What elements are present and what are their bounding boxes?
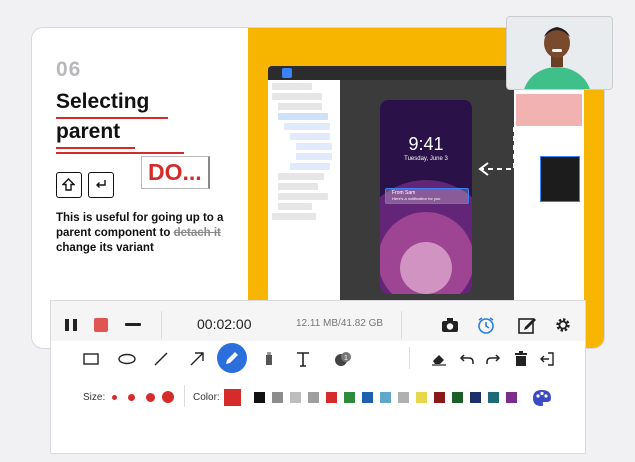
notif-body: Here's a notification for you (392, 196, 441, 201)
slide-body-text: This is useful for going up to a parent … (56, 211, 236, 256)
size-m[interactable] (146, 393, 155, 402)
slide-number: 06 (56, 58, 82, 81)
stop-icon (94, 318, 108, 332)
highlighter-tool[interactable] (255, 345, 283, 373)
highlighter-icon (266, 352, 272, 365)
undo-icon (459, 354, 474, 364)
stamp-icon: 1 (335, 352, 351, 366)
enter-key-icon (88, 172, 114, 198)
webcam-preview[interactable] (506, 16, 613, 90)
phone-mockup: 9:41 Tuesday, June 3 From Sam Here's a n… (380, 100, 472, 294)
undo-button[interactable] (453, 345, 481, 373)
selected-color-swatch[interactable] (224, 389, 241, 406)
text-icon (297, 352, 309, 367)
size-xs[interactable] (112, 395, 117, 400)
color-swatch[interactable] (344, 392, 355, 403)
recording-time: 00:02:00 (197, 316, 252, 332)
body-suffix: change its variant (56, 242, 154, 254)
color-swatch[interactable] (308, 392, 319, 403)
eraser-icon (432, 355, 446, 366)
size-label: Size: (83, 392, 106, 403)
slide-title-line1: Selecting (56, 90, 150, 113)
divider (409, 347, 410, 369)
timer-button[interactable] (472, 311, 500, 339)
storage-usage: 12.11 MB/41.82 GB (296, 318, 384, 329)
drawing-toolbar: 1 Size: Color: (50, 341, 586, 454)
color-swatch[interactable] (290, 392, 301, 403)
annotate-button[interactable] (513, 311, 541, 339)
palette-icon (533, 390, 551, 406)
color-swatch[interactable] (416, 392, 427, 403)
stop-button[interactable] (87, 311, 115, 339)
phone-notification: From Sam Here's a notification for you (385, 188, 469, 204)
minimize-button[interactable] (119, 311, 147, 339)
settings-button[interactable] (549, 311, 577, 339)
shift-key-icon (56, 172, 82, 198)
timer-icon (478, 317, 494, 334)
color-swatch[interactable] (254, 392, 265, 403)
pause-button[interactable] (57, 311, 85, 339)
color-swatch[interactable] (272, 392, 283, 403)
line-tool[interactable] (147, 345, 175, 373)
ellipse-tool[interactable] (113, 345, 141, 373)
exit-icon (540, 352, 554, 366)
body-strike: detach it (173, 227, 221, 239)
eraser-tool[interactable] (425, 345, 453, 373)
camera-icon (442, 318, 458, 332)
figma-layers-panel (268, 80, 340, 318)
pen-tool[interactable] (217, 343, 247, 373)
color-swatch[interactable] (506, 392, 517, 403)
screenshot-button[interactable] (436, 311, 464, 339)
text-tool[interactable] (289, 345, 317, 373)
annotation-stroke (56, 152, 184, 154)
title-underline-2 (56, 147, 135, 149)
line-icon (154, 352, 168, 366)
gear-icon (556, 318, 570, 332)
color-swatch[interactable] (380, 392, 391, 403)
pen-icon (226, 352, 238, 364)
phone-date: Tuesday, June 3 (404, 156, 448, 162)
title-underline (56, 117, 168, 119)
size-l[interactable] (162, 391, 174, 403)
shortcut-label: DO... (141, 156, 210, 189)
figma-canvas: 9:41 Tuesday, June 3 From Sam Here's a n… (340, 80, 514, 318)
divider (401, 311, 402, 339)
clear-button[interactable] (507, 345, 535, 373)
size-s[interactable] (128, 394, 135, 401)
svg-text:1: 1 (344, 355, 348, 362)
edit-icon (518, 318, 536, 334)
rectangle-icon (83, 353, 99, 365)
custom-color-button[interactable] (528, 384, 556, 412)
rectangle-tool[interactable] (77, 345, 105, 373)
arrow-icon (190, 352, 204, 366)
pause-icon (65, 319, 77, 331)
stamp-tool[interactable]: 1 (329, 345, 357, 373)
color-label: Color: (193, 392, 220, 403)
figma-screenshot: 9:41 Tuesday, June 3 From Sam Here's a n… (268, 66, 584, 318)
divider (161, 311, 162, 339)
slide-title-line2: parent (56, 120, 121, 143)
trash-icon (515, 351, 527, 366)
color-swatch[interactable] (470, 392, 481, 403)
dashed-arrow-icon (478, 126, 532, 176)
figma-properties-panel (514, 80, 584, 318)
arrow-tool[interactable] (183, 345, 211, 373)
ellipse-icon (118, 353, 136, 365)
redo-button[interactable] (479, 345, 507, 373)
color-swatch[interactable] (488, 392, 499, 403)
color-swatch[interactable] (434, 392, 445, 403)
divider (184, 385, 185, 407)
phone-time: 9:41 (408, 134, 444, 154)
minimize-icon (125, 323, 141, 326)
redo-icon (486, 354, 501, 364)
color-swatch[interactable] (362, 392, 373, 403)
color-swatch[interactable] (326, 392, 337, 403)
exit-drawing-button[interactable] (533, 345, 561, 373)
color-swatch[interactable] (398, 392, 409, 403)
color-swatch[interactable] (452, 392, 463, 403)
